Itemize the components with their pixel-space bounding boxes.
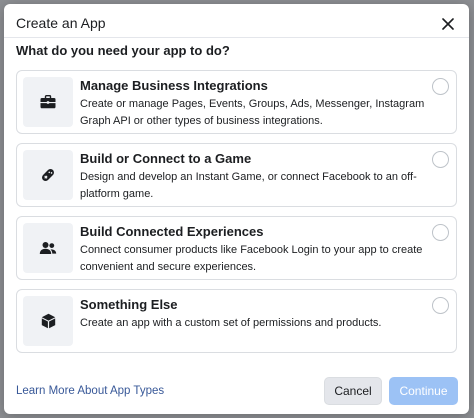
- option-icon-container: [23, 77, 73, 127]
- option-radio[interactable]: [432, 297, 449, 314]
- option-title: Build or Connect to a Game: [80, 151, 252, 166]
- app-type-options: Manage Business Integrations Create or m…: [16, 70, 457, 362]
- cube-icon: [41, 313, 55, 329]
- create-app-dialog: Create an App What do you need your app …: [4, 4, 469, 414]
- header-divider: [4, 37, 469, 38]
- option-description: Create or manage Pages, Events, Groups, …: [80, 98, 425, 127]
- briefcase-icon: [40, 95, 56, 109]
- option-description: Create an app with a custom set of permi…: [80, 317, 382, 329]
- option-icon-container: [23, 150, 73, 200]
- option-radio[interactable]: [432, 151, 449, 168]
- option-radio[interactable]: [432, 224, 449, 241]
- cancel-button[interactable]: Cancel: [324, 377, 382, 405]
- close-icon: [442, 18, 454, 30]
- question-heading: What do you need your app to do?: [16, 43, 230, 58]
- game-controller-icon: [42, 169, 54, 181]
- option-manage-business-integrations[interactable]: Manage Business Integrations Create or m…: [16, 70, 457, 134]
- option-title: Manage Business Integrations: [80, 78, 268, 93]
- option-something-else[interactable]: Something Else Create an app with a cust…: [16, 289, 457, 353]
- close-button[interactable]: [439, 15, 457, 33]
- option-build-connected-experiences[interactable]: Build Connected Experiences Connect cons…: [16, 216, 457, 280]
- option-radio[interactable]: [432, 78, 449, 95]
- option-description: Connect consumer products like Facebook …: [80, 244, 423, 273]
- dialog-title: Create an App: [16, 15, 106, 31]
- option-icon-container: [23, 296, 73, 346]
- option-title: Something Else: [80, 297, 178, 312]
- option-description: Design and develop an Instant Game, or c…: [80, 171, 417, 200]
- people-icon: [39, 242, 57, 254]
- learn-more-link[interactable]: Learn More About App Types: [16, 385, 164, 397]
- continue-button[interactable]: Continue: [389, 377, 458, 405]
- option-icon-container: [23, 223, 73, 273]
- option-title: Build Connected Experiences: [80, 224, 264, 239]
- option-build-or-connect-game[interactable]: Build or Connect to a Game Design and de…: [16, 143, 457, 207]
